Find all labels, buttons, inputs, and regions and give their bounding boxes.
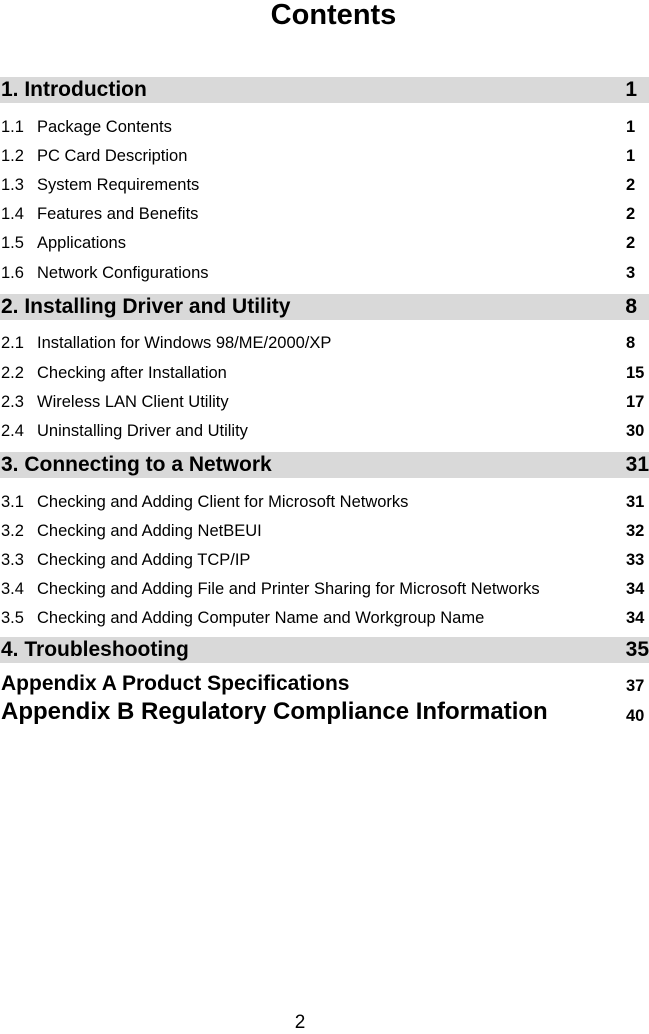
- section-page: 3: [626, 264, 636, 282]
- section-number: 3.4: [1, 580, 24, 598]
- chapter-page: 1: [625, 78, 637, 101]
- section-page: 30: [626, 422, 645, 440]
- section-number: 3.3: [1, 551, 24, 569]
- toc-appendix[interactable]: Appendix A Product Specifications 37: [0, 671, 649, 697]
- section-number: 3.2: [1, 522, 24, 540]
- section-number: 3.1: [1, 493, 24, 511]
- section-number: 1.1: [1, 118, 24, 136]
- toc-section[interactable]: 3.1 Checking and Adding Client for Micro…: [0, 491, 649, 513]
- chapter-page: 31: [625, 453, 649, 476]
- section-title: Installation for Windows 98/ME/2000/XP: [37, 334, 332, 352]
- section-title: System Requirements: [37, 176, 200, 194]
- section-title: Checking and Adding TCP/IP: [37, 551, 251, 569]
- section-page: 2: [626, 234, 636, 252]
- chapter-title: 4. Troubleshooting: [1, 638, 189, 661]
- section-number: 3.5: [1, 609, 24, 627]
- section-page: 31: [626, 493, 645, 511]
- section-page: 1: [626, 147, 636, 165]
- toc-section[interactable]: 1.4 Features and Benefits 2: [0, 203, 649, 225]
- chapter-title: 1. Introduction: [1, 78, 147, 101]
- section-number: 2.1: [1, 334, 24, 352]
- section-title: Checking and Adding Client for Microsoft…: [37, 493, 409, 511]
- toc-appendix[interactable]: Appendix B Regulatory Compliance Informa…: [0, 697, 649, 727]
- section-number: 1.2: [1, 147, 24, 165]
- section-page: 2: [626, 205, 636, 223]
- section-page: 17: [626, 393, 645, 411]
- section-title: PC Card Description: [37, 147, 188, 165]
- toc-section[interactable]: 2.4 Uninstalling Driver and Utility 30: [0, 420, 649, 442]
- section-title: Wireless LAN Client Utility: [37, 393, 229, 411]
- section-number: 2.4: [1, 422, 24, 440]
- chapter-page: 8: [625, 295, 637, 318]
- toc-chapter[interactable]: 4. Troubleshooting 35: [0, 637, 649, 663]
- toc-chapter[interactable]: 2. Installing Driver and Utility 8: [0, 294, 649, 320]
- section-number: 1.3: [1, 176, 24, 194]
- toc-section[interactable]: 1.3 System Requirements 2: [0, 174, 649, 196]
- section-number: 1.6: [1, 264, 24, 282]
- toc-section[interactable]: 1.6 Network Configurations 3: [0, 262, 649, 284]
- section-title: Checking and Adding Computer Name and Wo…: [37, 609, 485, 627]
- section-title: Checking after Installation: [37, 364, 227, 382]
- toc-chapter[interactable]: 1. Introduction 1: [0, 77, 649, 103]
- section-title: Checking and Adding File and Printer Sha…: [37, 580, 540, 598]
- section-title: Applications: [37, 234, 126, 252]
- section-page: 8: [626, 334, 636, 352]
- section-page: 34: [626, 609, 645, 627]
- toc-section[interactable]: 3.2 Checking and Adding NetBEUI 32: [0, 520, 649, 542]
- section-title: Network Configurations: [37, 264, 209, 282]
- toc-section[interactable]: 1.5 Applications 2: [0, 232, 649, 254]
- toc-chapter[interactable]: 3. Connecting to a Network 31: [0, 452, 649, 478]
- toc-section[interactable]: 1.1 Package Contents 1: [0, 116, 649, 138]
- section-page: 34: [626, 580, 645, 598]
- appendix-page: 40: [626, 707, 645, 725]
- page-number: 2: [294, 1012, 306, 1033]
- toc-section[interactable]: 2.3 Wireless LAN Client Utility 17: [0, 391, 649, 413]
- appendix-title: Appendix A Product Specifications: [1, 672, 350, 695]
- section-page: 33: [626, 551, 645, 569]
- chapter-page: 35: [625, 638, 649, 661]
- appendix-page: 37: [626, 677, 645, 695]
- section-number: 2.2: [1, 364, 24, 382]
- toc-section[interactable]: 2.2 Checking after Installation 15: [0, 362, 649, 384]
- chapter-title: 3. Connecting to a Network: [1, 453, 272, 476]
- section-number: 1.4: [1, 205, 24, 223]
- toc-section[interactable]: 3.5 Checking and Adding Computer Name an…: [0, 607, 649, 629]
- chapter-title: 2. Installing Driver and Utility: [1, 295, 291, 318]
- section-page: 2: [626, 176, 636, 194]
- toc-section[interactable]: 1.2 PC Card Description 1: [0, 145, 649, 167]
- section-page: 32: [626, 522, 645, 540]
- section-title: Package Contents: [37, 118, 172, 136]
- section-title: Features and Benefits: [37, 205, 199, 223]
- page-title: Contents: [270, 0, 397, 31]
- toc-section[interactable]: 3.3 Checking and Adding TCP/IP 33: [0, 549, 649, 571]
- appendix-title: Appendix B Regulatory Compliance Informa…: [1, 698, 548, 725]
- section-page: 15: [626, 364, 645, 382]
- toc-section[interactable]: 2.1 Installation for Windows 98/ME/2000/…: [0, 332, 649, 354]
- section-page: 1: [626, 118, 636, 136]
- section-number: 2.3: [1, 393, 24, 411]
- section-title: Checking and Adding NetBEUI: [37, 522, 262, 540]
- toc-section[interactable]: 3.4 Checking and Adding File and Printer…: [0, 578, 649, 600]
- section-title: Uninstalling Driver and Utility: [37, 422, 248, 440]
- section-number: 1.5: [1, 234, 24, 252]
